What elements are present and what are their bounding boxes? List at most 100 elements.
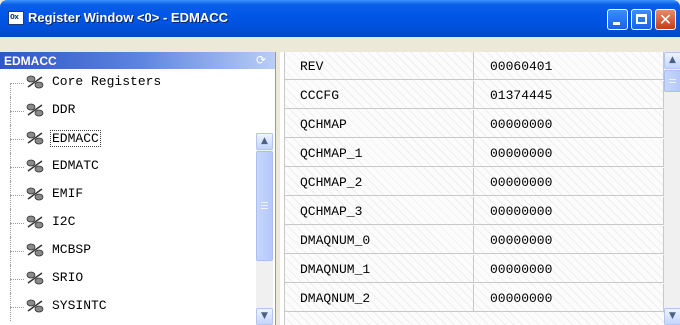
scrollbar-thumb[interactable] xyxy=(256,151,273,261)
register-grid: REV 00060401 CCCFG 01374445 QCHMAP 00000… xyxy=(284,52,664,325)
tree-scrollbar[interactable]: ▲ ▼ xyxy=(256,133,273,325)
register-value: 00000000 xyxy=(490,117,553,132)
scroll-down-button[interactable]: ▼ xyxy=(256,308,273,325)
thumb-grip xyxy=(669,79,676,80)
register-name-cell: DMAQNUM_2 xyxy=(284,284,474,312)
register-name-cell: QCHMAP_2 xyxy=(284,168,474,196)
maximize-icon xyxy=(636,14,647,24)
thumb-grip xyxy=(261,202,268,203)
pin-icon[interactable]: ⟳ xyxy=(256,53,270,67)
tree-item-edmacc[interactable]: EDMACC xyxy=(10,125,253,153)
table-row[interactable]: CCCFG 01374445 xyxy=(284,81,664,110)
scroll-up-button[interactable]: ▲ xyxy=(664,52,680,69)
tree-item-mcbsp[interactable]: MCBSP xyxy=(10,237,253,265)
minimize-button[interactable] xyxy=(607,9,628,30)
scroll-up-button[interactable]: ▲ xyxy=(256,133,273,150)
tree-item-i2c[interactable]: I2C xyxy=(10,209,253,237)
register-value-cell[interactable]: 01374445 xyxy=(474,81,664,109)
tree-item-label-selected: EDMACC xyxy=(50,130,101,147)
tree-connector xyxy=(10,251,24,252)
tree-item-label: SRIO xyxy=(52,270,84,285)
register-value: 00000000 xyxy=(490,146,553,161)
tree-connector xyxy=(10,83,11,97)
register-scrollbar[interactable]: ▲ ▼ xyxy=(664,52,680,325)
scrollbar-thumb[interactable] xyxy=(664,70,680,92)
register-name: DMAQNUM_2 xyxy=(300,291,371,306)
close-icon: ✕ xyxy=(658,10,673,29)
tree-item-emif[interactable]: EMIF xyxy=(10,181,253,209)
tree-item-label: DDR xyxy=(52,102,76,117)
tree-item-label: EMIF xyxy=(52,186,84,201)
pane-splitter[interactable] xyxy=(276,52,280,325)
tree-item-core-registers[interactable]: Core Registers xyxy=(10,69,253,97)
register-name: QCHMAP_1 xyxy=(300,146,363,161)
tree-item-ddr[interactable]: DDR xyxy=(10,97,253,125)
register-value-cell[interactable]: 00000000 xyxy=(474,284,664,312)
register-value: 00000000 xyxy=(490,233,553,248)
tree-item-srio[interactable]: SRIO xyxy=(10,265,253,293)
tree-item-edmatc[interactable]: EDMATC xyxy=(10,153,253,181)
tree-connector xyxy=(10,167,24,168)
tree-item-label: MCBSP xyxy=(52,242,92,257)
register-group-icon xyxy=(26,159,44,173)
grid-border xyxy=(284,52,285,325)
register-name: CCCFG xyxy=(300,88,340,103)
register-name: DMAQNUM_1 xyxy=(300,262,371,277)
tree-connector xyxy=(10,139,24,140)
register-group-icon xyxy=(26,243,44,257)
table-row[interactable]: QCHMAP_2 00000000 xyxy=(284,168,664,197)
table-row[interactable]: DMAQNUM_1 00000000 xyxy=(284,255,664,284)
tree-connector xyxy=(10,279,24,280)
tree-item-label: EDMATC xyxy=(52,158,99,173)
tree-item-sysintc[interactable]: SYSINTC xyxy=(10,293,253,321)
tree-item-label: SYSINTC xyxy=(52,298,107,313)
register-name-cell: REV xyxy=(284,52,474,80)
register-name: QCHMAP_2 xyxy=(300,175,363,190)
scroll-down-button[interactable]: ▼ xyxy=(664,308,680,325)
register-window: 0x Register Window <0> - EDMACC ✕ EDMACC… xyxy=(0,0,680,325)
table-row[interactable]: DMAQNUM_0 00000000 xyxy=(284,226,664,255)
register-value: 01374445 xyxy=(490,88,553,103)
register-group-icon xyxy=(26,271,44,285)
register-name-cell: DMAQNUM_1 xyxy=(284,255,474,283)
register-group-icon xyxy=(26,215,44,229)
register-group-icon xyxy=(26,187,44,201)
register-value-cell[interactable]: 00000000 xyxy=(474,110,664,138)
tree-connector xyxy=(10,195,24,196)
thumb-grip xyxy=(669,82,676,83)
register-value-cell[interactable]: 00060401 xyxy=(474,52,664,80)
register-window-icon: 0x xyxy=(8,11,24,25)
table-row[interactable]: QCHMAP_3 00000000 xyxy=(284,197,664,226)
minimize-icon xyxy=(613,22,620,25)
register-value-cell[interactable]: 00000000 xyxy=(474,139,664,167)
register-group-tree: Core Registers DDR EDMACC EDMATC EMIF I2… xyxy=(0,69,253,325)
table-row[interactable]: DMAQNUM_2 00000000 xyxy=(284,284,664,313)
register-group-icon xyxy=(26,131,44,145)
tree-item-label: I2C xyxy=(52,214,76,229)
register-value-cell[interactable]: 00000000 xyxy=(474,168,664,196)
register-value-cell[interactable]: 00000000 xyxy=(474,197,664,225)
register-name: REV xyxy=(300,59,324,74)
window-title: Register Window <0> - EDMACC xyxy=(28,10,228,25)
register-value: 00000000 xyxy=(490,291,553,306)
table-row[interactable]: REV 00060401 xyxy=(284,52,664,81)
register-value: 00000000 xyxy=(490,175,553,190)
register-group-icon xyxy=(26,103,44,117)
tree-item-label: Core Registers xyxy=(52,74,162,89)
register-value-cell[interactable]: 00000000 xyxy=(474,226,664,254)
table-row[interactable]: QCHMAP 00000000 xyxy=(284,110,664,139)
register-value-cell[interactable]: 00000000 xyxy=(474,255,664,283)
table-row[interactable]: QCHMAP_1 00000000 xyxy=(284,139,664,168)
register-group-pane: EDMACC ⟳ Core Registers DDR EDMACC EDMAT… xyxy=(0,52,276,325)
close-button[interactable]: ✕ xyxy=(655,9,676,30)
register-name: QCHMAP_3 xyxy=(300,204,363,219)
register-group-icon xyxy=(26,75,44,89)
tree-connector xyxy=(10,111,24,112)
thumb-grip xyxy=(261,208,268,209)
register-name: QCHMAP xyxy=(300,117,347,132)
maximize-button[interactable] xyxy=(631,9,652,30)
register-name-cell: QCHMAP_1 xyxy=(284,139,474,167)
title-bar[interactable]: 0x Register Window <0> - EDMACC ✕ xyxy=(0,0,680,37)
register-value: 00060401 xyxy=(490,59,553,74)
register-name-cell: QCHMAP xyxy=(284,110,474,138)
